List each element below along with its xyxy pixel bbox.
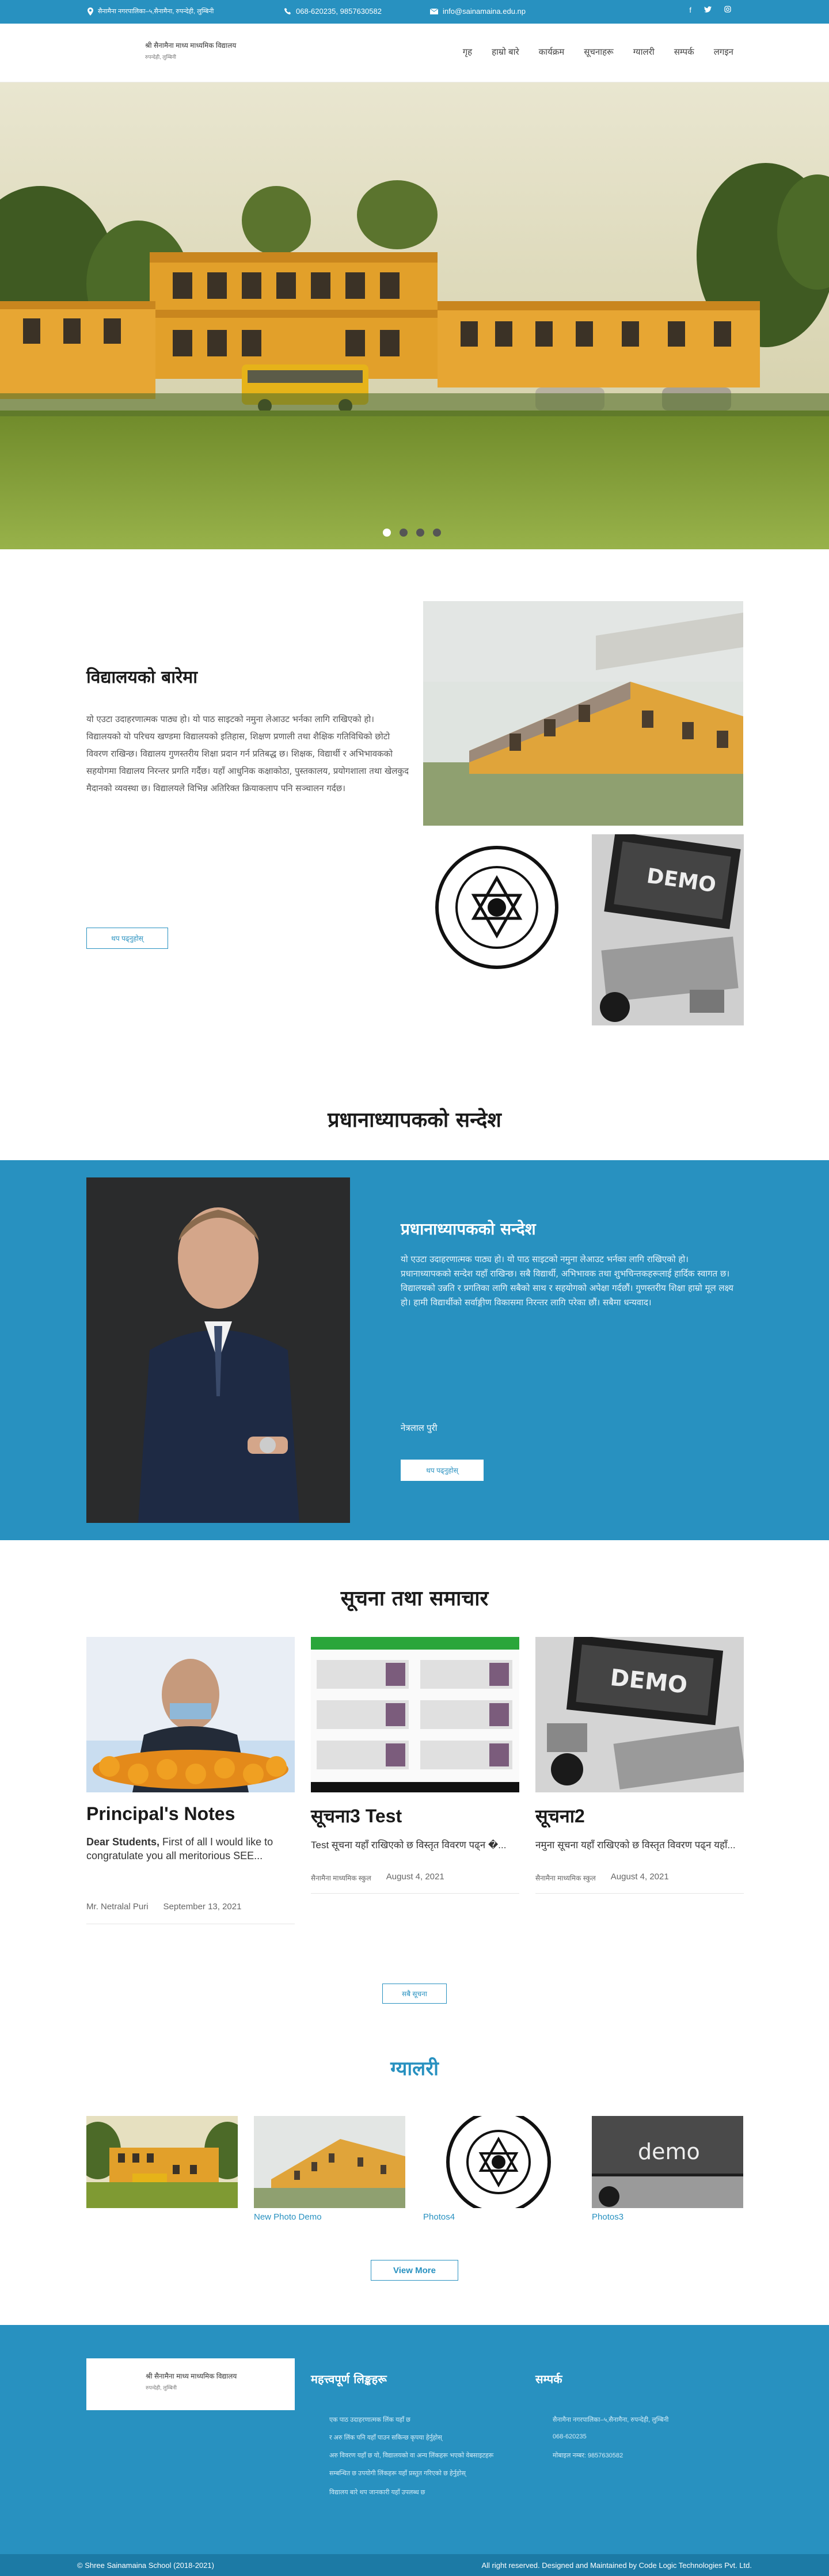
principal-message-band: प्रधानाध्यापकको सन्देश यो एउटा उदाहरणात्… xyxy=(0,1160,829,1540)
principal-section-heading: प्रधानाध्यापकको सन्देश xyxy=(328,1108,501,1132)
gallery-item-3-caption[interactable]: Photos4 xyxy=(423,2212,455,2222)
school-emblem-image xyxy=(416,844,577,971)
about-title: विद्यालयको बारेमा xyxy=(86,667,197,687)
notice-card-2-image xyxy=(311,1637,519,1792)
facebook-icon[interactable]: f xyxy=(689,6,691,14)
about-text: यो एउटा उदाहरणात्मक पाठ्य हो। यो पाठ साइ… xyxy=(86,714,409,793)
top-contact-bar: सैनामैना नगरपालिका–५,सैनामैना, रुपन्देही… xyxy=(0,0,829,24)
notices-heading: सूचना तथा समाचार xyxy=(340,1586,489,1610)
logo-school-name: श्री सैनामैना माध्य माध्यमिक विद्यालय xyxy=(145,41,237,50)
footer-contact-mobile[interactable]: मोबाइल नम्बर: 9857630582 xyxy=(553,2451,623,2460)
footer-link-1[interactable]: एक पाठ उदाहरणात्मक लिंक यहाँ छ xyxy=(329,2415,410,2424)
credits-text[interactable]: All right reserved. Designed and Maintai… xyxy=(482,2561,752,2570)
footer-link-5[interactable]: विद्यालय बारे थप जानकारी यहाँ उपलब्ध छ xyxy=(329,2488,425,2497)
hero-slider-dots xyxy=(383,529,441,537)
footer-link-3[interactable]: अरु विवरण यहाँ छ यो, विद्यालयको वा अन्य … xyxy=(329,2451,493,2460)
notice-card-3-excerpt: नमुना सूचना यहाँ राखिएको छ विस्तृत विवरण… xyxy=(535,1840,736,1851)
footer-contact-title: सम्पर्क xyxy=(535,2372,562,2386)
about-building-image xyxy=(423,601,743,826)
topbar-phone-text: 068-620235, 9857630582 xyxy=(296,7,382,16)
all-notices-button[interactable]: सबै सूचना xyxy=(382,1984,447,2004)
notice-card-3-title[interactable]: सूचना2 xyxy=(535,1803,744,1828)
footer-contact-phone[interactable]: 068-620235 xyxy=(553,2433,587,2440)
gallery-view-more-button[interactable]: View More xyxy=(371,2260,458,2281)
nav-item-login[interactable]: लगइन xyxy=(714,46,733,58)
card-divider xyxy=(535,1893,744,1894)
topbar-phone[interactable]: 068-620235, 9857630582 xyxy=(284,7,382,16)
site-header: श्री सैनामैना माध्य माध्यमिक विद्यालय रु… xyxy=(0,24,829,82)
footer-logo[interactable]: श्री सैनामैना माध्य माध्यमिक विद्यालय रु… xyxy=(86,2358,295,2410)
principal-message-title: प्रधानाध्यापकको सन्देश xyxy=(401,1219,536,1238)
gallery-item-2-caption[interactable]: New Photo Demo xyxy=(254,2212,322,2222)
notice-card-2-date: August 4, 2021 xyxy=(386,1872,444,1882)
envelope-icon xyxy=(430,8,438,14)
site-footer: श्री सैनामैना माध्य माध्यमिक विद्यालय रु… xyxy=(0,2325,829,2554)
topbar-email-text: info@sainamaina.edu.np xyxy=(443,7,526,16)
social-links: f xyxy=(689,6,731,14)
principal-photo xyxy=(86,1177,350,1523)
slider-dot-1[interactable] xyxy=(383,529,391,537)
notice-card-1-image xyxy=(86,1637,295,1792)
notice-card-3-author: सैनामैना माध्यमिक स्कुल xyxy=(535,1874,596,1882)
notice-card-2-excerpt: Test सूचना यहाँ राखिएको छ विस्तृत विवरण … xyxy=(311,1840,507,1851)
twitter-icon[interactable] xyxy=(704,6,712,14)
notice-card-3-image: DEMO xyxy=(535,1635,746,1792)
topbar-address: सैनामैना नगरपालिका–५,सैनामैना, रुपन्देही… xyxy=(88,7,214,16)
slider-dot-4[interactable] xyxy=(433,529,441,537)
notice-card-1-excerpt-lead: Dear Students, xyxy=(86,1836,160,1848)
notice-card-1[interactable]: Principal's Notes Dear Students, First o… xyxy=(86,1637,295,1931)
footer-contact-address: सैनामैना नगरपालिका–५,सैनामैना, रुपन्देही… xyxy=(553,2417,669,2423)
slider-dot-3[interactable] xyxy=(416,529,424,537)
notice-card-1-author: Mr. Netralal Puri xyxy=(86,1902,149,1912)
location-pin-icon xyxy=(88,7,93,16)
about-read-more-button[interactable]: थप पढ्नुहोस् xyxy=(86,928,168,949)
notice-card-1-title[interactable]: Principal's Notes xyxy=(86,1803,295,1825)
main-nav: गृह हाम्रो बारे कार्यक्रम सूचनाहरू ग्याल… xyxy=(463,46,733,58)
slider-dot-2[interactable] xyxy=(400,529,408,537)
gallery-item-2-image[interactable] xyxy=(254,2116,405,2208)
footer-logo-subtitle: रुपन्देही, लुम्बिनी xyxy=(146,2385,177,2391)
topbar-email[interactable]: info@sainamaina.edu.np xyxy=(430,7,526,16)
gallery-item-4-caption[interactable]: Photos3 xyxy=(592,2212,623,2222)
notice-card-2[interactable]: सूचना3 Test Test सूचना यहाँ राखिएको छ वि… xyxy=(311,1637,519,1902)
principal-message-text: यो एउटा उदाहरणात्मक पाठ्य हो। यो पाठ साइ… xyxy=(401,1254,733,1308)
instagram-icon[interactable] xyxy=(724,6,731,14)
footer-logo-name: श्री सैनामैना माध्य माध्यमिक विद्यालय xyxy=(146,2372,237,2380)
svg-text:demo: demo xyxy=(638,2139,700,2164)
gallery-item-3-image[interactable] xyxy=(423,2116,575,2208)
hero-school-image xyxy=(0,82,829,549)
notice-card-3-date: August 4, 2021 xyxy=(610,1872,669,1882)
notice-card-1-date: September 13, 2021 xyxy=(163,1902,242,1912)
gallery-item-4-image[interactable]: demo xyxy=(592,2116,743,2208)
logo-subtitle: रुपन्देही, लुम्बिनी xyxy=(145,54,176,60)
nav-item-contact[interactable]: सम्पर्क xyxy=(674,46,694,58)
notice-card-2-title[interactable]: सूचना3 Test xyxy=(311,1803,519,1828)
nav-item-gallery[interactable]: ग्यालरी xyxy=(633,46,655,58)
notice-card-2-author: सैनामैना माध्यमिक स्कुल xyxy=(311,1874,371,1882)
topbar-address-text: सैनामैना नगरपालिका–५,सैनामैना, रुपन्देही… xyxy=(98,8,214,15)
hero-slider[interactable] xyxy=(0,82,829,549)
gallery-item-1-image[interactable] xyxy=(86,2116,238,2208)
copyright-text: © Shree Sainamaina School (2018-2021) xyxy=(77,2561,214,2570)
card-divider xyxy=(311,1893,519,1894)
phone-icon xyxy=(284,7,291,14)
footer-link-4[interactable]: सम्बन्धित छ उपयोगी लिंकहरू यहाँ प्रस्तुत… xyxy=(329,2469,466,2478)
nav-item-notices[interactable]: सूचनाहरू xyxy=(584,46,614,58)
footer-links-title: महत्त्वपूर्ण लिङ्कहरू xyxy=(311,2372,387,2386)
nav-item-programs[interactable]: कार्यक्रम xyxy=(539,46,565,58)
gallery-heading: ग्यालरी xyxy=(390,2057,439,2080)
bottom-bar: © Shree Sainamaina School (2018-2021) Al… xyxy=(0,2554,829,2576)
principal-name: नेत्रलाल पुरी xyxy=(401,1423,438,1433)
nav-item-home[interactable]: गृह xyxy=(463,46,472,58)
notice-card-3[interactable]: DEMO सूचना2 नमुना सूचना यहाँ राखिएको छ व… xyxy=(535,1635,746,1902)
nav-item-about[interactable]: हाम्रो बारे xyxy=(492,46,519,58)
principal-read-more-button[interactable]: थप पढ्नुहोस् xyxy=(401,1460,484,1481)
footer-link-2[interactable]: र अरु लिंक पनि यहाँ पाउन सकिन्छ कृपया हे… xyxy=(329,2433,442,2442)
demo-laptop-image: DEMO xyxy=(592,834,744,1025)
